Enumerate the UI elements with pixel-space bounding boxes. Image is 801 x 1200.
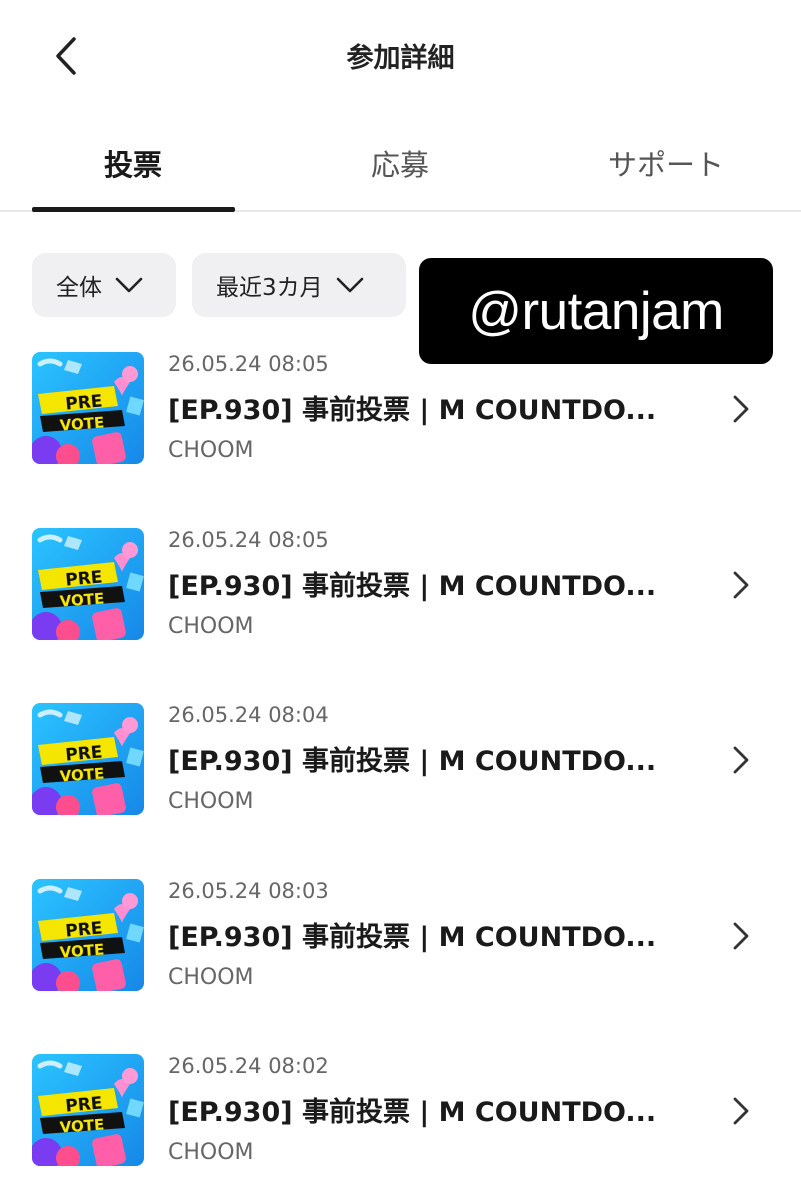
filter-all-dropdown[interactable]: 全体	[32, 253, 176, 317]
list-item[interactable]: PRE VOTE 26.05.24 08:05 [EP.930] 事前投票 | …	[0, 526, 801, 646]
list-item[interactable]: PRE VOTE 26.05.24 08:05 [EP.930] 事前投票 | …	[0, 350, 801, 470]
filter-all-label: 全体	[56, 275, 102, 301]
active-tab-indicator	[32, 207, 235, 212]
chevron-right-icon	[728, 390, 754, 428]
item-date: 26.05.24 08:02	[168, 1054, 329, 1078]
item-source: CHOOM	[168, 964, 254, 990]
chevron-right-icon	[728, 1092, 754, 1130]
thumbnail: PRE VOTE	[32, 703, 144, 815]
pre-vote-thumbnail-image: PRE VOTE	[32, 703, 144, 815]
pre-vote-thumbnail-image: PRE VOTE	[32, 527, 144, 640]
header: 参加詳細	[0, 0, 801, 112]
item-date: 26.05.24 08:03	[168, 878, 329, 903]
thumbnail: PRE VOTE	[32, 352, 144, 464]
thumbnail: PRE VOTE	[32, 1054, 144, 1166]
item-date: 26.05.24 08:04	[168, 703, 329, 727]
item-title: [EP.930] 事前投票 | M COUNTDO...	[168, 395, 657, 426]
thumbnail: PRE VOTE	[32, 878, 144, 991]
list-item[interactable]: PRE VOTE 26.05.24 08:03 [EP.930] 事前投票 | …	[0, 877, 801, 997]
tab-vote[interactable]: 投票	[33, 142, 233, 184]
chevron-right-icon	[728, 566, 754, 604]
thumb-vote-text: VOTE	[59, 1115, 105, 1136]
page-title: 参加詳細	[346, 43, 455, 74]
filter-period-dropdown[interactable]: 最近3カ月	[192, 253, 406, 317]
list-item[interactable]: PRE VOTE 26.05.24 08:02 [EP.930] 事前投票 | …	[0, 1052, 801, 1172]
thumb-pre-text: PRE	[65, 918, 104, 941]
thumb-vote-text: VOTE	[59, 589, 105, 610]
thumbnail: PRE VOTE	[32, 527, 144, 640]
item-title: [EP.930] 事前投票 | M COUNTDO...	[168, 570, 657, 602]
chevron-down-icon	[114, 276, 144, 294]
pre-vote-thumbnail-image: PRE VOTE	[32, 1054, 144, 1166]
item-date: 26.05.24 08:05	[168, 527, 329, 552]
tab-apply[interactable]: 応募	[300, 142, 500, 184]
tab-bar: 投票 応募 サポート	[0, 112, 801, 212]
chevron-right-icon	[728, 741, 754, 779]
item-source: CHOOM	[168, 1140, 254, 1165]
chevron-down-icon	[335, 276, 365, 294]
filter-period-label: 最近3カ月	[216, 275, 323, 301]
item-date: 26.05.24 08:05	[168, 352, 329, 376]
thumb-pre-text: PRE	[65, 391, 104, 414]
item-title: [EP.930] 事前投票 | M COUNTDO...	[168, 1097, 657, 1128]
pre-vote-thumbnail-image: PRE VOTE	[32, 878, 144, 991]
thumb-vote-text: VOTE	[59, 413, 105, 434]
item-source: CHOOM	[168, 613, 254, 639]
thumb-vote-text: VOTE	[59, 940, 105, 961]
item-source: CHOOM	[168, 789, 254, 814]
item-title: [EP.930] 事前投票 | M COUNTDO...	[168, 746, 657, 777]
chevron-right-icon	[728, 917, 754, 955]
pre-vote-thumbnail-image: PRE VOTE	[32, 352, 144, 464]
thumb-pre-text: PRE	[65, 567, 104, 590]
list-item[interactable]: PRE VOTE 26.05.24 08:04 [EP.930] 事前投票 | …	[0, 701, 801, 821]
thumb-pre-text: PRE	[65, 742, 104, 765]
item-source: CHOOM	[168, 438, 254, 463]
thumb-pre-text: PRE	[65, 1093, 104, 1116]
watermark-label: @rutanjam	[419, 258, 773, 364]
item-title: [EP.930] 事前投票 | M COUNTDO...	[168, 921, 657, 953]
tab-support[interactable]: サポート	[566, 142, 766, 184]
thumb-vote-text: VOTE	[59, 764, 105, 785]
